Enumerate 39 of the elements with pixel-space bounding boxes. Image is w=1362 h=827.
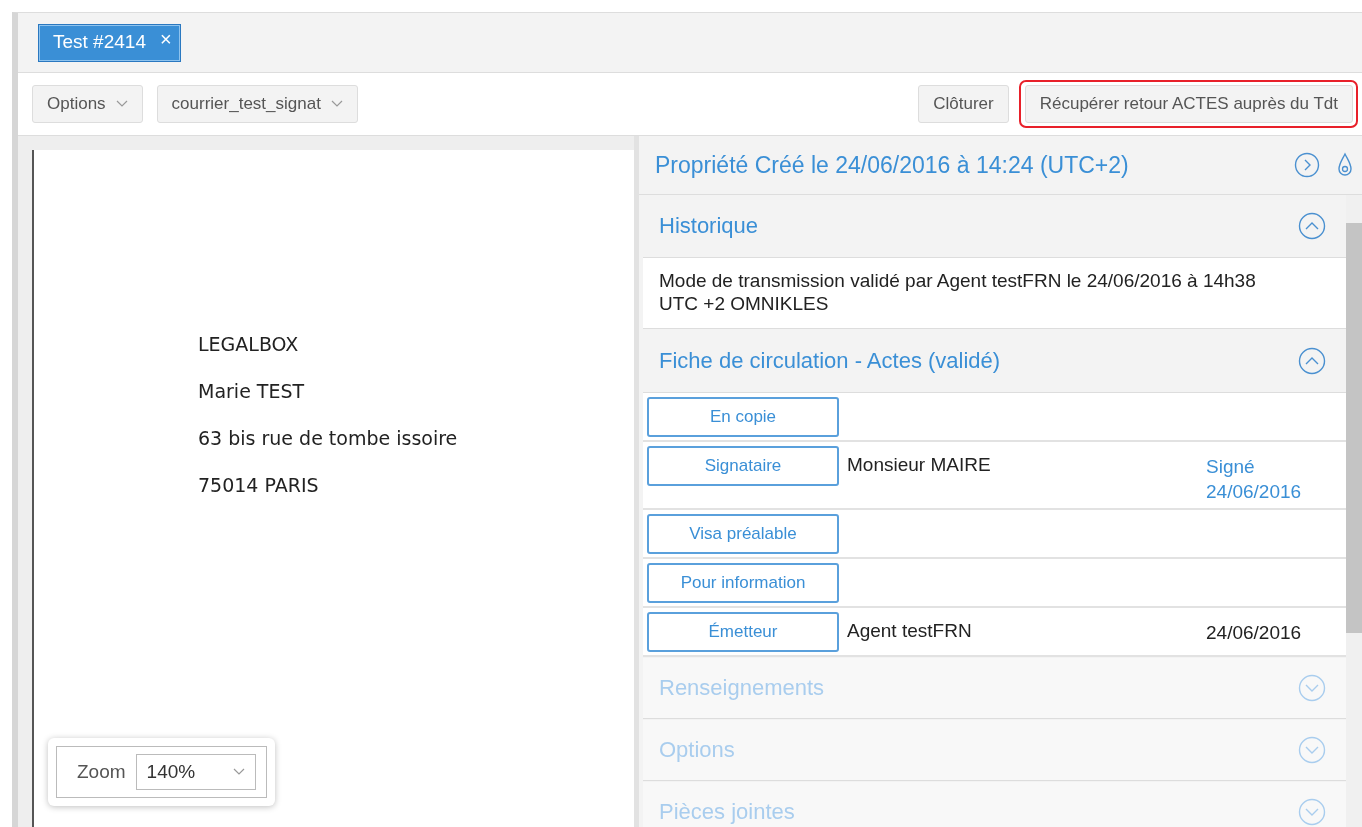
role-button[interactable]: Visa préalable bbox=[647, 513, 839, 554]
action-button[interactable]: Récupérer retour ACTES auprès du Tdt bbox=[1024, 85, 1353, 123]
chevron-right-circle-icon[interactable] bbox=[1294, 152, 1320, 178]
person-name: Agent testFRN bbox=[847, 618, 973, 642]
status-text: Signé 24/06/2016 bbox=[1206, 454, 1303, 505]
status-text: 24/06/2016 bbox=[1206, 620, 1303, 645]
chevron-down-circle-icon[interactable] bbox=[1298, 673, 1326, 702]
history-entry: Mode de transmission validé par Agent testFRN le 24/06/2016 à 14h38 UTC +2 OMNIKLES bbox=[659, 270, 1257, 316]
chevron-down-icon bbox=[330, 100, 343, 108]
person-name: Monsieur MAIRE bbox=[847, 452, 992, 476]
chevron-down-circle-icon[interactable] bbox=[1298, 735, 1326, 764]
role-button[interactable]: En copie bbox=[647, 396, 839, 437]
document-tab[interactable]: Test #2414 × bbox=[38, 23, 181, 62]
zoom-select[interactable]: 140% bbox=[135, 754, 256, 790]
dropdown-button[interactable]: courrier_test_signat bbox=[156, 85, 358, 123]
section-header[interactable]: Fiche de circulation - Actes (validé) bbox=[643, 329, 1346, 393]
dropdown-button[interactable]: Options bbox=[32, 85, 143, 123]
role-button[interactable]: Pour information bbox=[647, 562, 839, 603]
section-title: Pièces jointes bbox=[659, 798, 795, 825]
address-line: LEGALBOX bbox=[198, 333, 300, 355]
zoom-label: Zoom bbox=[77, 761, 126, 783]
close-icon[interactable]: × bbox=[159, 30, 172, 47]
chevron-down-icon bbox=[115, 100, 128, 108]
section-title: Options bbox=[659, 736, 735, 763]
chevron-up-circle-icon[interactable] bbox=[1298, 212, 1326, 240]
drop-icon[interactable] bbox=[1336, 152, 1354, 178]
role-button[interactable]: Émetteur bbox=[647, 611, 839, 652]
role-button[interactable]: Signataire bbox=[647, 445, 839, 486]
chevron-down-circle-icon[interactable] bbox=[1298, 797, 1326, 826]
address-line: 63 bis rue de tombe issoire bbox=[198, 427, 459, 449]
address-line: Marie TEST bbox=[198, 380, 306, 402]
action-button[interactable]: Clôturer bbox=[918, 85, 1009, 123]
chevron-down-icon bbox=[232, 768, 245, 776]
chevron-up-circle-icon[interactable] bbox=[1298, 346, 1326, 375]
section-title: Fiche de circulation - Actes (validé) bbox=[659, 347, 1001, 374]
panel-title: Propriété Créé le 24/06/2016 à 14:24 (UTC+2) bbox=[655, 151, 1130, 179]
section-title: Renseignements bbox=[659, 674, 825, 701]
address-line: 75014 PARIS bbox=[198, 474, 320, 496]
section-title: Historique bbox=[659, 213, 759, 239]
